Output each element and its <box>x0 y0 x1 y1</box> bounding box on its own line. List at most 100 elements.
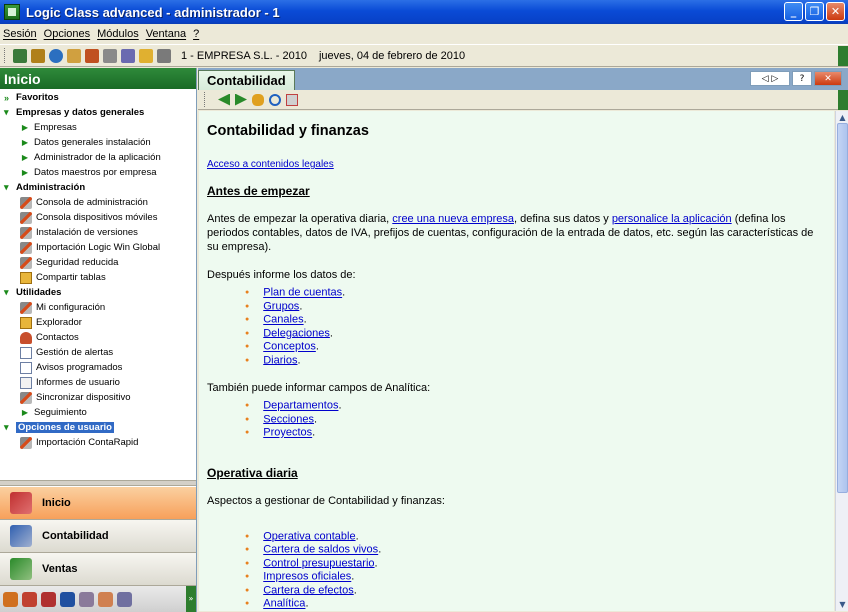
list-icon[interactable] <box>121 48 135 63</box>
menu-help[interactable]: ? <box>193 28 199 40</box>
tree-item[interactable]: Compartir tablas <box>0 270 196 285</box>
tree-item[interactable]: Consola dispositivos móviles <box>0 210 196 225</box>
tree-group[interactable]: ▾ Administración <box>0 180 196 195</box>
tree-item[interactable]: Sincronizar dispositivo <box>0 390 196 405</box>
toolbar-grip-icon[interactable] <box>4 48 7 63</box>
tree-label: Seguimiento <box>34 407 87 418</box>
tree-group[interactable]: » Favoritos <box>0 90 196 105</box>
list-link[interactable]: Control presupuestario <box>263 557 374 569</box>
refresh-icon[interactable] <box>269 93 281 106</box>
produccion-icon[interactable] <box>79 591 94 607</box>
tree-group[interactable]: ▾ Empresas y datos generales <box>0 105 196 120</box>
intro-paragraph: Antes de empezar la operativa diaria, cr… <box>207 213 814 253</box>
nav-splitter[interactable] <box>0 480 196 486</box>
report-icon[interactable] <box>103 48 117 63</box>
nav-ventas-button[interactable]: Ventas <box>0 553 196 586</box>
restore-button[interactable]: ❐ <box>805 2 824 21</box>
stop-hand-icon[interactable] <box>252 93 264 106</box>
list-link[interactable]: Delegaciones <box>263 327 330 339</box>
tree-group[interactable]: ▾ Opciones de usuario <box>0 420 196 435</box>
content-toolbar-grip-icon[interactable] <box>204 92 207 107</box>
toolbar-overflow-button[interactable] <box>838 46 848 66</box>
pane-close-icon[interactable]: ✕ <box>814 71 842 86</box>
minimize-button[interactable]: _ <box>784 2 803 21</box>
home-page-icon[interactable] <box>286 93 298 106</box>
list-item: Plan de cuentas. <box>245 286 834 300</box>
menu-modulos[interactable]: Módulos <box>97 28 139 40</box>
create-company-link[interactable]: cree una nueva empresa <box>392 213 514 225</box>
nav-inicio-button[interactable]: Inicio <box>0 487 196 520</box>
notes-icon[interactable] <box>157 48 171 63</box>
list-link[interactable]: Proyectos <box>263 427 312 439</box>
mail-icon[interactable] <box>67 48 81 63</box>
calendar-icon[interactable] <box>85 48 99 63</box>
pane-nav-arrows-icon[interactable]: ◁ ▷ <box>750 71 790 86</box>
customize-app-link[interactable]: personalice la aplicación <box>612 213 732 225</box>
tree-item[interactable]: Importación Logic Win Global <box>0 240 196 255</box>
list-link[interactable]: Diarios <box>263 354 297 366</box>
nav-ventas-label: Ventas <box>42 563 78 575</box>
tree-item[interactable]: ▶ Empresas <box>0 120 196 135</box>
tree-item[interactable]: Explorador <box>0 315 196 330</box>
utilidades-icon[interactable] <box>117 591 132 607</box>
legal-content-link[interactable]: Acceso a contenidos legales <box>207 159 334 170</box>
favorites-icon[interactable] <box>139 48 153 63</box>
list-link[interactable]: Cartera de saldos vivos <box>263 544 378 556</box>
menu-sesion[interactable]: Sesión <box>3 28 37 40</box>
tree-item[interactable]: Importación ContaRapid <box>0 435 196 450</box>
almacen-icon[interactable] <box>22 591 37 607</box>
content-toolbar-overflow-button[interactable] <box>838 90 848 110</box>
list-link[interactable]: Plan de cuentas <box>263 287 342 299</box>
tree-item[interactable]: Mi configuración <box>0 300 196 315</box>
clientes-icon[interactable] <box>41 591 56 607</box>
folder-icon <box>20 271 32 284</box>
tree-item[interactable]: ▶ Administrador de la aplicación <box>0 150 196 165</box>
list-link[interactable]: Conceptos <box>263 341 316 353</box>
aspectos-list: Operativa contable.Cartera de saldos viv… <box>245 530 834 612</box>
list-link[interactable]: Impresos oficiales <box>263 571 351 583</box>
more-modules-button[interactable]: » <box>186 586 196 612</box>
tab-contabilidad[interactable]: Contabilidad <box>198 70 295 90</box>
tree-item[interactable]: Avisos programados <box>0 360 196 375</box>
list-link[interactable]: Grupos <box>263 300 299 312</box>
list-link[interactable]: Cartera de efectos <box>263 584 354 596</box>
tesoreria-icon[interactable] <box>60 591 75 607</box>
list-item: Grupos. <box>245 300 834 314</box>
tree-item[interactable]: Instalación de versiones <box>0 225 196 240</box>
tree-item[interactable]: Informes de usuario <box>0 375 196 390</box>
list-link[interactable]: Canales <box>263 314 303 326</box>
tree-item[interactable]: ▶ Seguimiento <box>0 405 196 420</box>
tree-group[interactable]: ▾ Utilidades <box>0 285 196 300</box>
home-icon[interactable] <box>13 48 27 63</box>
tree-item[interactable]: Gestión de alertas <box>0 345 196 360</box>
section-heading-operativa: Operativa diaria <box>207 465 298 480</box>
list-item: Proyectos. <box>245 426 834 440</box>
datos-paragraph: Después informe los datos de: <box>207 269 356 281</box>
list-link[interactable]: Departamentos <box>263 400 338 412</box>
help-icon[interactable] <box>49 48 63 63</box>
compras-icon[interactable] <box>3 591 18 607</box>
tree-item[interactable]: Consola de administración <box>0 195 196 210</box>
menu-ventana[interactable]: Ventana <box>146 28 186 40</box>
back-icon[interactable] <box>218 93 230 106</box>
list-link[interactable]: Analítica <box>263 598 305 610</box>
tree-item[interactable]: ▶ Datos maestros por empresa <box>0 165 196 180</box>
tools-icon <box>20 211 32 224</box>
list-link[interactable]: Operativa contable <box>263 530 355 542</box>
close-button[interactable]: ✕ <box>826 2 845 21</box>
tree-item[interactable]: Contactos <box>0 330 196 345</box>
tools-icon[interactable] <box>31 48 45 63</box>
crm-icon[interactable] <box>98 591 113 607</box>
list-link[interactable]: Secciones <box>263 413 314 425</box>
chevron-down-icon: ▾ <box>4 422 9 432</box>
scroll-down-icon[interactable]: ▼ <box>836 598 848 611</box>
tree-item[interactable]: ▶ Datos generales instalación <box>0 135 196 150</box>
menu-opciones[interactable]: Opciones <box>44 28 90 40</box>
tree-item[interactable]: Seguridad reducida <box>0 255 196 270</box>
scroll-thumb[interactable] <box>837 123 848 493</box>
content-scrollbar[interactable]: ▲ ▼ <box>835 111 848 611</box>
navigation-tree: » Favoritos ▾ Empresas y datos generales ▶ Em… <box>0 90 196 478</box>
pane-help-icon[interactable]: ? <box>792 71 812 86</box>
nav-contabilidad-button[interactable]: Contabilidad <box>0 520 196 553</box>
forward-icon[interactable] <box>235 93 247 106</box>
